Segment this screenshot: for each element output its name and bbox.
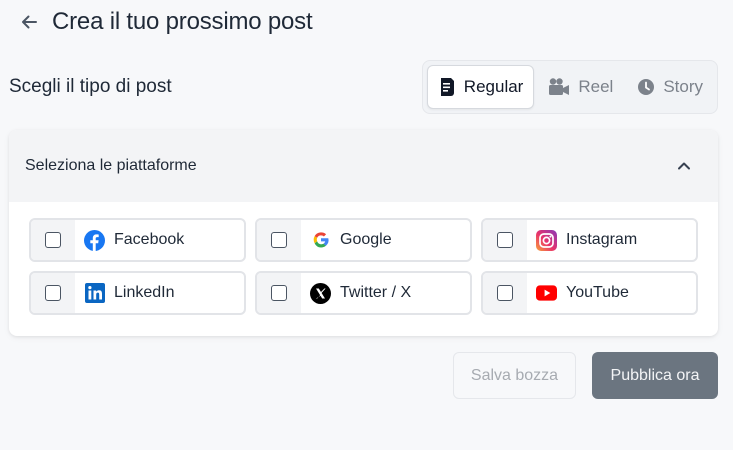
document-icon	[440, 78, 454, 96]
youtube-icon	[536, 285, 557, 301]
platform-option-linkedin[interactable]: LinkedIn	[29, 271, 246, 315]
platform-label: YouTube	[566, 284, 629, 301]
checkbox-cell	[257, 273, 301, 313]
platform-option-instagram[interactable]: Instagram	[481, 218, 698, 262]
publish-now-button[interactable]: Pubblica ora	[592, 352, 718, 399]
back-button[interactable]	[18, 11, 40, 33]
platform-label: Google	[340, 231, 392, 248]
checkbox-cell	[483, 220, 527, 260]
platform-checkbox-instagram[interactable]	[497, 232, 513, 248]
x-icon	[310, 282, 331, 304]
platform-checkbox-youtube[interactable]	[497, 285, 513, 301]
platform-label: Facebook	[114, 231, 185, 248]
post-type-reel-label: Reel	[578, 77, 614, 96]
post-type-label: Scegli il tipo di post	[9, 76, 172, 97]
checkbox-cell	[31, 273, 75, 313]
page-header: Crea il tuo prossimo post	[18, 6, 313, 38]
post-type-story[interactable]: Story	[627, 65, 713, 109]
post-type-selector: Regular Reel Story	[421, 60, 718, 114]
linkedin-icon	[84, 283, 105, 303]
platforms-grid: Facebook Google Instagram LinkedIn Twitt…	[29, 218, 698, 315]
platform-label: LinkedIn	[114, 284, 175, 301]
save-draft-button[interactable]: Salva bozza	[453, 352, 576, 399]
post-type-story-label: Story	[663, 77, 703, 96]
page-title: Crea il tuo prossimo post	[52, 8, 313, 35]
google-icon	[313, 232, 329, 248]
platforms-title: Seleziona le piattaforme	[25, 157, 197, 174]
arrow-left-icon	[22, 15, 37, 29]
right-panel-edge	[733, 0, 743, 450]
checkbox-cell	[31, 220, 75, 260]
platform-label: Twitter / X	[340, 284, 412, 301]
platform-checkbox-linkedin[interactable]	[45, 285, 61, 301]
platform-label: Instagram	[566, 231, 638, 248]
facebook-icon	[84, 229, 105, 251]
platform-checkbox-google[interactable]	[271, 232, 287, 248]
post-type-regular[interactable]: Regular	[426, 65, 535, 109]
platform-option-twitter[interactable]: Twitter / X	[255, 271, 472, 315]
platform-option-youtube[interactable]: YouTube	[481, 271, 698, 315]
post-type-row: Scegli il tipo di post Regular Reel Stor…	[9, 60, 718, 114]
platform-option-facebook[interactable]: Facebook	[29, 218, 246, 262]
platform-option-google[interactable]: Google	[255, 218, 472, 262]
checkbox-cell	[257, 220, 301, 260]
platform-checkbox-facebook[interactable]	[45, 232, 61, 248]
post-type-regular-label: Regular	[463, 77, 524, 96]
instagram-icon	[536, 229, 557, 251]
chevron-up-icon[interactable]	[676, 158, 692, 174]
platforms-card-header[interactable]: Seleziona le piattaforme	[9, 130, 718, 202]
post-type-reel[interactable]: Reel	[538, 65, 623, 109]
platform-checkbox-twitter[interactable]	[271, 285, 287, 301]
video-camera-icon	[549, 78, 570, 95]
platforms-card: Seleziona le piattaforme Facebook Google…	[9, 130, 718, 336]
checkbox-cell	[483, 273, 527, 313]
clock-icon	[638, 79, 655, 95]
